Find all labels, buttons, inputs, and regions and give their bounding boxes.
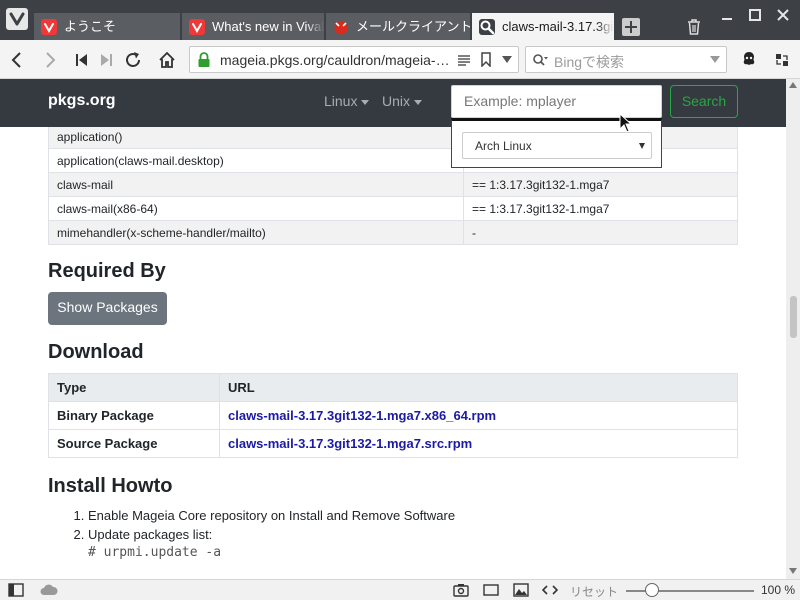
zoom-slider-thumb[interactable] xyxy=(644,583,659,597)
table-row: mimehandler(x-scheme-handler/mailto) - xyxy=(48,220,738,245)
reload-icon[interactable] xyxy=(123,50,143,70)
package-url-cell: claws-mail-3.17.3git132-1.mga7.x86_64.rp… xyxy=(219,401,738,430)
distro-select-value: Arch Linux xyxy=(475,139,532,153)
package-type: Source Package xyxy=(48,429,220,458)
search-icon xyxy=(479,19,495,35)
provides-version: == 1:3.17.3git132-1.mga7 xyxy=(463,172,738,197)
column-header-type: Type xyxy=(48,373,220,402)
chevron-down-icon[interactable] xyxy=(502,56,512,64)
tab-whats-new[interactable]: What's new in Vivaldi xyxy=(182,13,324,41)
required-by-heading: Required By xyxy=(48,260,166,282)
install-step: Enable Mageia Core repository on Install… xyxy=(88,506,455,525)
download-link[interactable]: claws-mail-3.17.3git132-1.mga7.x86_64.rp… xyxy=(228,408,496,423)
vivaldi-menu-icon[interactable] xyxy=(6,8,28,30)
provides-name: application() xyxy=(48,127,464,149)
scroll-up-icon[interactable] xyxy=(789,82,797,88)
vivaldi-icon xyxy=(189,19,205,35)
minimize-icon[interactable] xyxy=(718,6,736,24)
scroll-down-icon[interactable] xyxy=(789,568,797,574)
nav-unix-dropdown[interactable]: Unix xyxy=(382,93,423,109)
nav-linux-dropdown[interactable]: Linux xyxy=(324,93,370,109)
back-icon[interactable] xyxy=(7,50,27,70)
chevron-down-icon[interactable] xyxy=(710,56,720,64)
site-brand[interactable]: pkgs.org xyxy=(48,92,116,110)
install-howto-heading: Install Howto xyxy=(48,475,173,497)
home-icon[interactable] xyxy=(157,50,177,70)
reader-view-icon[interactable] xyxy=(457,53,471,67)
package-url-cell: claws-mail-3.17.3git132-1.mga7.src.rpm xyxy=(219,429,738,458)
lock-icon xyxy=(197,52,211,68)
forward-icon[interactable] xyxy=(40,50,60,70)
tab-title: メールクライアント xyxy=(356,19,470,34)
panel-toggle-icon[interactable] xyxy=(8,583,24,597)
table-row: claws-mail(x86-64) == 1:3.17.3git132-1.mg… xyxy=(48,196,738,221)
tab-claws-mail-active[interactable]: claws-mail-3.17.3git xyxy=(472,13,614,41)
mouse-pointer-icon xyxy=(619,113,633,133)
tab-mail-client[interactable]: メールクライアント xyxy=(326,13,470,41)
code-icon[interactable] xyxy=(542,583,558,597)
close-icon[interactable] xyxy=(774,6,792,24)
caret-down-icon xyxy=(414,99,423,105)
zoom-level: 100 % xyxy=(761,583,796,597)
provides-name: mimehandler(x-scheme-handler/mailto) xyxy=(48,220,464,245)
distro-select[interactable]: Arch Linux xyxy=(462,132,652,159)
install-steps: Enable Mageia Core repository on Install… xyxy=(88,506,455,544)
install-step: Update packages list: xyxy=(88,525,455,544)
maximize-icon[interactable] xyxy=(746,6,764,24)
package-type: Binary Package xyxy=(48,401,220,430)
install-command: # urpmi.update -a xyxy=(88,545,222,560)
rewind-icon[interactable] xyxy=(72,50,92,70)
show-packages-button[interactable]: Show Packages xyxy=(48,292,167,325)
table-row: Source Package claws-mail-3.17.3git132-1.… xyxy=(48,429,738,458)
trash-icon[interactable] xyxy=(686,19,704,37)
camera-icon[interactable] xyxy=(453,583,469,597)
fast-forward-icon[interactable] xyxy=(96,50,116,70)
provides-name: claws-mail xyxy=(48,172,464,197)
provides-version: - xyxy=(463,220,738,245)
vivaldi-icon xyxy=(41,19,57,35)
new-tab-button[interactable] xyxy=(622,18,640,36)
bookmark-icon[interactable] xyxy=(480,52,492,67)
column-header-url: URL xyxy=(219,373,738,402)
tab-bar: ようこそ What's new in Vivaldi メールクライアント cla… xyxy=(0,0,800,41)
provides-name: application(claws-mail.desktop) xyxy=(48,148,464,173)
table-row: claws-mail == 1:3.17.3git132-1.mga7 xyxy=(48,172,738,197)
status-bar: リセット 100 % xyxy=(0,579,800,600)
zoom-reset-label[interactable]: リセット xyxy=(570,583,618,600)
tab-welcome[interactable]: ようこそ xyxy=(34,13,180,41)
search-button[interactable]: Search xyxy=(670,85,738,118)
extension-icon[interactable] xyxy=(740,50,758,68)
provides-name: claws-mail(x86-64) xyxy=(48,196,464,221)
claws-mail-icon xyxy=(333,19,349,35)
provides-version: == 1:3.17.3git132-1.mga7 xyxy=(463,196,738,221)
caret-down-icon xyxy=(639,143,645,149)
web-search-field[interactable]: Bingで検索 xyxy=(525,46,727,73)
page-content: application() application(claws-mail.desk… xyxy=(0,127,786,579)
sync-icon[interactable] xyxy=(775,53,789,67)
url-text: mageia.pkgs.org/cauldron/mageia-… xyxy=(220,52,450,68)
search-placeholder: Bingで検索 xyxy=(554,54,625,70)
scrollbar-thumb[interactable] xyxy=(790,296,797,338)
download-link[interactable]: claws-mail-3.17.3git132-1.mga7.src.rpm xyxy=(228,436,472,451)
window-icon[interactable] xyxy=(483,583,499,597)
site-navbar: pkgs.org Linux Unix xyxy=(0,79,786,127)
table-row: Binary Package claws-mail-3.17.3git132-1.… xyxy=(48,401,738,430)
download-heading: Download xyxy=(48,341,144,363)
cloud-icon[interactable] xyxy=(40,583,58,597)
search-icon xyxy=(532,53,548,67)
caret-down-icon xyxy=(361,99,370,105)
download-table: Type URL Binary Package claws-mail-3.17.3… xyxy=(48,373,738,458)
address-field[interactable]: mageia.pkgs.org/cauldron/mageia-… xyxy=(189,46,519,73)
image-icon[interactable] xyxy=(513,583,529,597)
tab-title: ようこそ xyxy=(64,19,117,34)
